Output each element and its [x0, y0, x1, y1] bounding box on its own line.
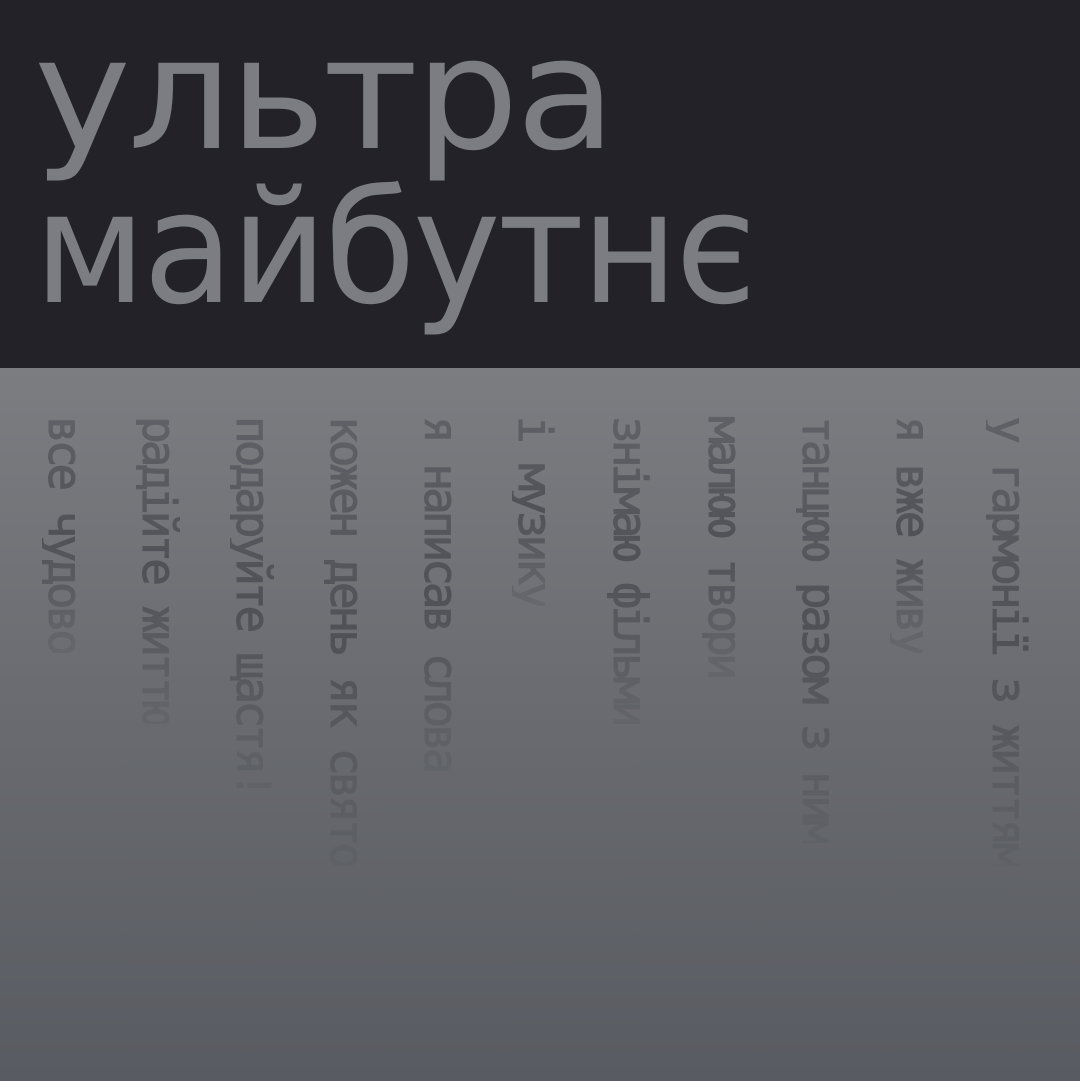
title-panel: ультра майбутнє: [0, 0, 1080, 368]
poster: ультра майбутнє у гармонії з життям я вж…: [0, 0, 1080, 1081]
verse-column-7: я написав слова: [414, 415, 469, 772]
verse-column-4: малюю твори: [698, 416, 753, 678]
verse-column-9: подаруйте щастя!: [226, 415, 281, 796]
title-line-1: ультра: [34, 3, 616, 185]
verse-column-10: радійте життю: [132, 415, 187, 725]
verse-column-5: знімаю фільми: [603, 415, 658, 725]
verse-panel: у гармонії з життям я вже живу танцюю ра…: [0, 368, 1080, 1081]
verse-column-6: і музику: [508, 416, 563, 607]
verse-column-3: танцюю разом з ним: [792, 416, 847, 843]
verse-column-8: кожен день як свято: [320, 415, 375, 867]
title-line-2: майбутнє: [34, 157, 757, 339]
verse-column-1: у гармонії з життям: [982, 415, 1037, 867]
verse-column-11: все чудово: [38, 416, 93, 654]
verse-column-2: я вже живу: [886, 416, 941, 654]
